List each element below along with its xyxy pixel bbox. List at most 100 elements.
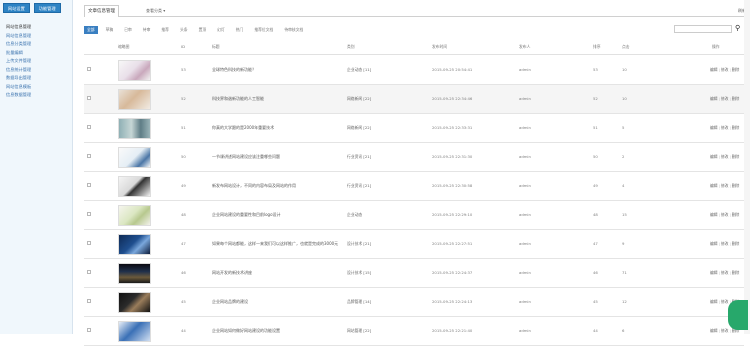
floating-service-button[interactable] [728,300,748,330]
row-category[interactable]: 行业资讯 [21] [347,183,371,189]
search-input[interactable] [674,25,732,33]
row-actions: 编辑|修改|删除 [710,241,739,247]
table-row[interactable]: 48 企业网站建设的重要性和目前logo设计 企业动态 2015-09-25 22:2… [84,201,744,230]
sidebar-item[interactable]: 上传文件管理 [6,57,72,66]
row-title[interactable]: 全球特色科技的新功能？ [212,67,256,73]
row-category[interactable]: 网络新闻 [22] [347,96,371,102]
search-icon[interactable]: ⚲ [735,24,743,32]
row-user: admin [519,241,531,246]
row-id: 50 [181,154,186,159]
sidebar-item[interactable]: 信息统计管理 [6,66,72,75]
col-ops: 操作 [712,44,720,49]
row-category[interactable]: 企业动态 [11] [347,67,371,73]
row-title[interactable]: 科技界和谐新功能的人工智能 [212,96,264,102]
tab-article-manage[interactable]: 文章信息管理 [84,5,119,17]
sidebar-item[interactable]: 网站信息模板 [6,83,72,92]
filter-recommend-docs[interactable]: 推荐位文档 [251,26,276,34]
row-category[interactable]: 企业动态 [347,212,362,218]
row-action-0[interactable]: 编辑 [710,67,718,72]
row-action-0[interactable]: 编辑 [710,154,718,159]
row-action-2[interactable]: 删除 [732,270,740,275]
row-checkbox[interactable] [87,96,91,100]
sidebar-item[interactable]: 数据导出管理 [6,74,72,83]
row-id: 49 [181,183,186,188]
table-row[interactable]: 45 企业网站品牌的建设 品牌管理 [14] 2015-09-25 22:24:13 a… [84,288,744,317]
row-action-2[interactable]: 删除 [732,241,740,246]
row-actions: 编辑|修改|删除 [710,67,739,73]
table-row[interactable]: 50 一节课讲述网站建设应该注重哪些问题 行业资讯 [21] 2015-09-25 2… [84,143,744,172]
vertical-scrollbar[interactable] [744,0,750,334]
table-row[interactable]: 52 科技界和谐新功能的人工智能 网络新闻 [22] 2015-09-25 22:34… [84,85,744,114]
row-category[interactable]: 设计技术 [21] [347,241,371,247]
row-user: admin [519,270,531,275]
category-dropdown[interactable]: 查看分类 ▾ [146,6,165,16]
row-action-2[interactable]: 删除 [732,154,740,159]
filter-all[interactable]: 全部 [84,26,98,34]
row-checkbox[interactable] [87,183,91,187]
row-checkbox[interactable] [87,299,91,303]
filter-recommend[interactable]: 推荐 [158,26,172,34]
row-title[interactable]: 如果每个网站都能，这样一来我们可以这样推广，也就是完成的3000元 [212,241,338,247]
row-user: admin [519,299,531,304]
site-settings-button[interactable]: 网站设置 [3,3,30,13]
row-action-2[interactable]: 删除 [732,212,740,217]
row-title[interactable]: 企业网站品牌的建设 [212,299,248,305]
row-action-2[interactable]: 删除 [732,183,740,188]
function-manage-button[interactable]: 功能管理 [33,3,61,13]
row-category[interactable]: 网络新闻 [22] [347,125,371,131]
filter-draft[interactable]: 草稿 [103,26,117,34]
filter-pending-docs[interactable]: 待审核文档 [281,26,306,34]
row-action-0[interactable]: 编辑 [710,212,718,217]
row-action-0[interactable]: 编辑 [710,299,718,304]
row-action-0[interactable]: 编辑 [710,241,718,246]
filter-hot[interactable]: 热门 [233,26,247,34]
row-title[interactable]: 你真的大学跟的是2000年重要技术 [212,125,274,131]
row-checkbox[interactable] [87,212,91,216]
row-checkbox[interactable] [87,241,91,245]
row-action-2[interactable]: 删除 [732,67,740,72]
sidebar-item[interactable]: 网站信息管理 [6,23,72,32]
row-category[interactable]: 品牌管理 [14] [347,299,371,305]
row-category[interactable]: 网站管理 [22] [347,328,371,334]
row-action-0[interactable]: 编辑 [710,328,718,333]
sidebar-item[interactable]: 网站信息管理 [6,32,72,41]
row-id: 48 [181,212,186,217]
row-sort: 44 [593,328,598,333]
table-row[interactable]: 47 如果每个网站都能，这样一来我们可以这样推广，也就是完成的3000元 设计技术 … [84,230,744,259]
col-id: ID [181,44,186,49]
row-checkbox[interactable] [87,270,91,274]
row-action-0[interactable]: 编辑 [710,270,718,275]
row-action-2[interactable]: 删除 [732,125,740,130]
row-action-0[interactable]: 编辑 [710,125,718,130]
sidebar-item[interactable]: 信息分类管理 [6,40,72,49]
row-title[interactable]: 网站开发的新技术讲座 [212,270,252,276]
row-title[interactable]: 企业网站建设的重要性和目前logo设计 [212,212,281,218]
table-row[interactable]: 44 企业网站如何做好网站建设的功能设置 网站管理 [22] 2015-09-25 2… [84,317,744,346]
table-row[interactable]: 49 新发布网站设计，不同的内容布局及网站的作用 行业资讯 [21] 2015-09-… [84,172,744,201]
row-checkbox[interactable] [87,125,91,129]
row-category[interactable]: 设计技术 [15] [347,270,371,276]
row-title[interactable]: 一节课讲述网站建设应该注重哪些问题 [212,154,280,160]
row-title[interactable]: 新发布网站设计，不同的内容布局及网站的作用 [212,183,296,189]
filter-headline[interactable]: 头条 [177,26,191,34]
row-time: 2015-09-25 22:30:58 [432,183,473,188]
row-title[interactable]: 企业网站如何做好网站建设的功能设置 [212,328,280,334]
row-action-0[interactable]: 编辑 [710,183,718,188]
row-action-2[interactable]: 删除 [732,96,740,101]
table-row[interactable]: 46 网站开发的新技术讲座 设计技术 [15] 2015-09-25 22:24:37… [84,259,744,288]
filter-slide[interactable]: 幻灯 [214,26,228,34]
row-checkbox[interactable] [87,328,91,332]
table-row[interactable]: 51 你真的大学跟的是2000年重要技术 网络新闻 [22] 2015-09-25 2… [84,114,744,143]
row-checkbox[interactable] [87,154,91,158]
table-row[interactable]: 53 全球特色科技的新功能？ 企业动态 [11] 2015-09-25 20:54:4… [84,56,744,85]
sidebar-item[interactable]: 批量编辑 [6,49,72,58]
filter-pending[interactable]: 待审 [140,26,154,34]
row-id: 51 [181,125,186,130]
filter-top[interactable]: 置顶 [196,26,210,34]
row-category[interactable]: 行业资讯 [21] [347,154,371,160]
sidebar-item[interactable]: 信息数据管理 [6,91,72,100]
row-action-0[interactable]: 编辑 [710,96,718,101]
filter-approved[interactable]: 已审 [121,26,135,34]
tab-bar [84,3,744,17]
row-checkbox[interactable] [87,67,91,71]
